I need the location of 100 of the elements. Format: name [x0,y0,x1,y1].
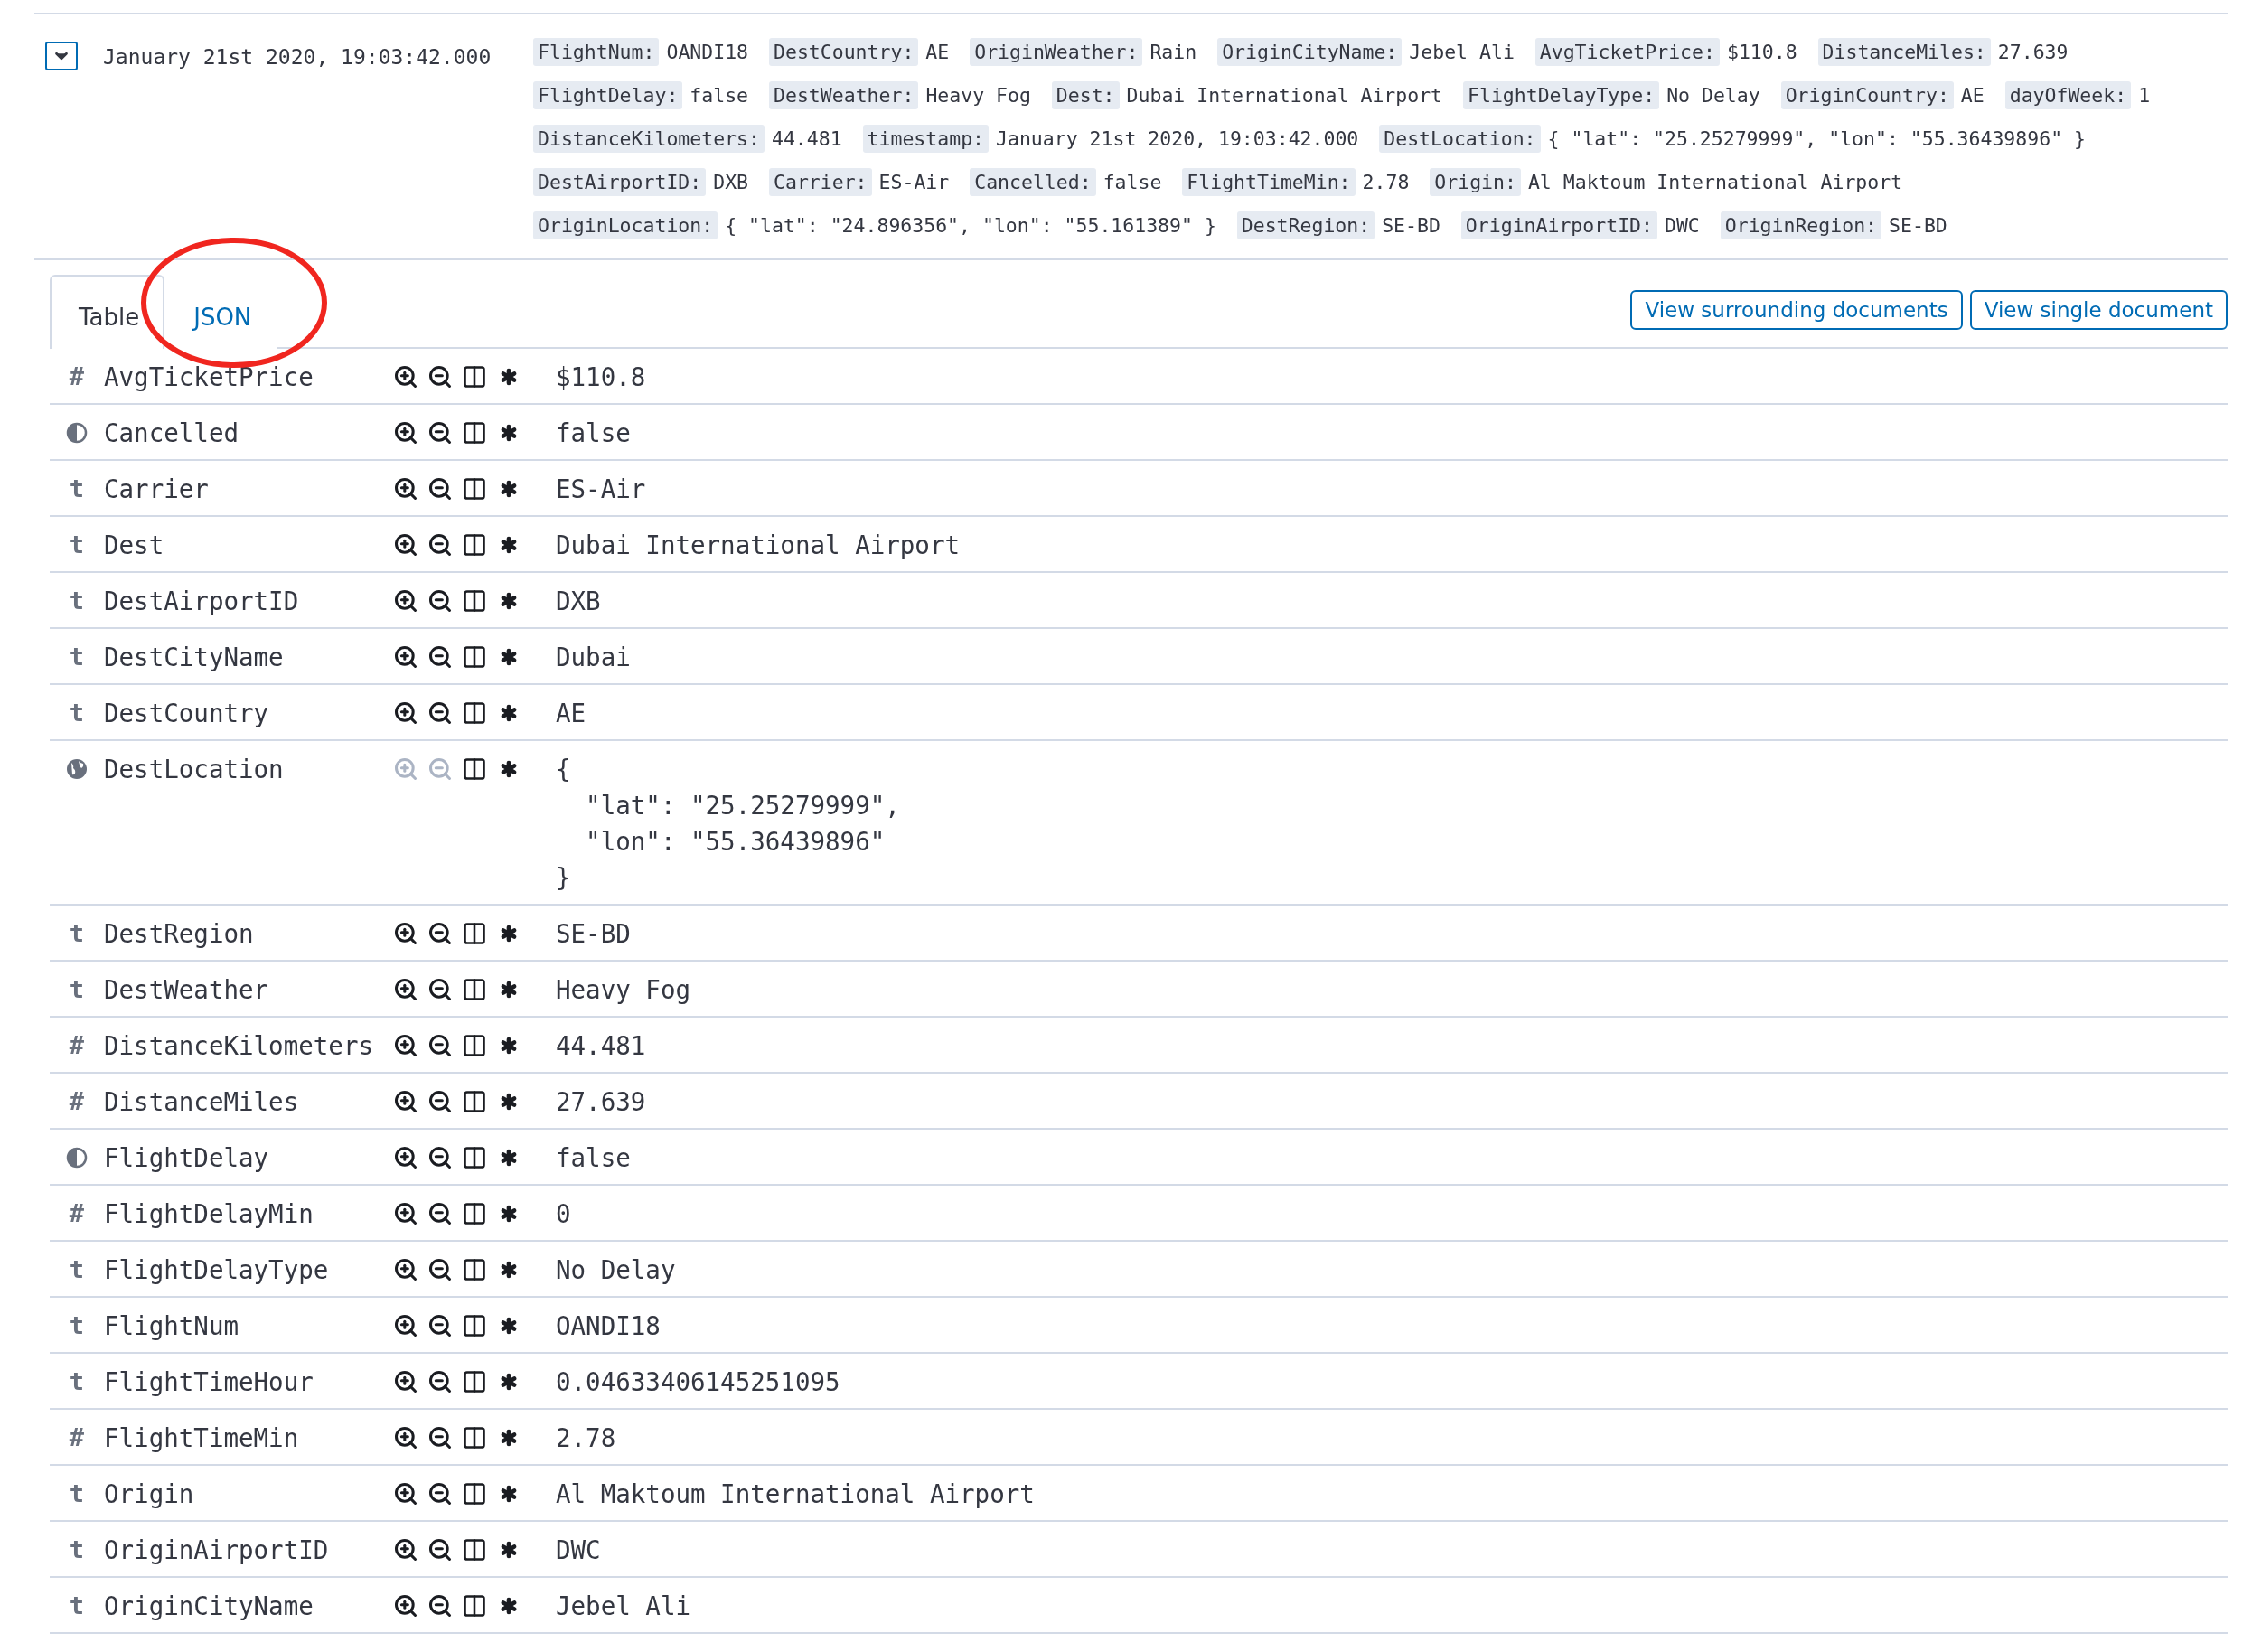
zoom-out-icon[interactable] [427,1033,453,1058]
zoom-out-icon[interactable] [427,1257,453,1282]
field-value: Al Maktoum International Airport [1527,171,1903,193]
field-name: AvgTicketPrice [104,361,314,393]
columns-icon[interactable] [462,644,487,670]
columns-icon[interactable] [462,476,487,502]
field-name: DestCityName [104,642,285,673]
zoom-in-icon[interactable] [393,921,418,946]
columns-icon[interactable] [462,700,487,726]
zoom-out-icon[interactable] [427,1201,453,1226]
zoom-out-icon[interactable] [427,420,453,446]
field-value: ES-Air [878,171,950,193]
field-type-icon: # [69,1028,85,1064]
columns-icon[interactable] [462,756,487,782]
field-value: false [556,1142,632,1174]
field-name: Dest [104,530,165,561]
columns-icon[interactable] [462,532,487,558]
zoom-out-icon[interactable] [427,364,453,390]
field-type-icon: # [69,359,85,395]
columns-icon[interactable] [462,921,487,946]
field-value: Heavy Fog [925,84,1031,107]
zoom-in-icon[interactable] [393,588,418,614]
columns-icon[interactable] [462,1257,487,1282]
columns-icon[interactable] [462,1481,487,1507]
zoom-in-icon[interactable] [393,1089,418,1114]
zoom-in-icon[interactable] [393,1201,418,1226]
zoom-in-icon[interactable] [393,700,418,726]
zoom-in-icon[interactable] [393,644,418,670]
field-label: AvgTicketPrice: [1534,38,1720,66]
zoom-in-icon[interactable] [393,476,418,502]
zoom-in-icon[interactable] [393,1257,418,1282]
field-type-icon: t [69,971,85,1008]
field-name: FlightDelayType [104,1254,330,1286]
view-documents-button[interactable]: View single document [1969,290,2228,330]
expand-toggle[interactable] [45,42,78,70]
field-label: DestRegion: [1236,211,1375,239]
zoom-in-icon[interactable] [393,1481,418,1507]
field-type-icon: t [69,527,85,563]
zoom-out-icon[interactable] [427,588,453,614]
field-label: OriginCountry: [1780,81,1954,109]
zoom-out-icon[interactable] [427,1481,453,1507]
columns-icon[interactable] [462,1313,487,1338]
columns-icon[interactable] [462,1593,487,1619]
columns-icon[interactable] [462,1425,487,1450]
zoom-out-icon[interactable] [427,1313,453,1338]
columns-icon[interactable] [462,1033,487,1058]
columns-icon[interactable] [462,1089,487,1114]
field-name: FlightDelayMin [104,1198,314,1230]
columns-icon[interactable] [462,1537,487,1563]
field-value: Heavy Fog [556,974,691,1006]
field-name: Cancelled [104,418,239,449]
zoom-in-icon[interactable] [393,1313,418,1338]
view-documents-button[interactable]: View surrounding documents [1630,290,1963,330]
field-type-icon: t [69,1252,85,1288]
zoom-in-icon[interactable] [393,1033,418,1058]
zoom-in-icon[interactable] [393,1369,418,1394]
zoom-out-icon[interactable] [427,1537,453,1563]
field-label: Cancelled: [970,168,1096,196]
columns-icon[interactable] [462,1369,487,1394]
zoom-out-icon[interactable] [427,476,453,502]
zoom-out-icon[interactable] [427,1369,453,1394]
zoom-in-icon[interactable] [393,1425,418,1450]
zoom-in-icon[interactable] [393,364,418,390]
zoom-out-icon[interactable] [427,1089,453,1114]
columns-icon[interactable] [462,977,487,1002]
field-label: DestWeather: [769,81,919,109]
field-value: OANDI18 [666,41,749,63]
zoom-in-icon[interactable] [393,420,418,446]
columns-icon[interactable] [462,420,487,446]
zoom-out-icon[interactable] [427,1425,453,1450]
field-value: AE [925,41,950,63]
zoom-out-icon[interactable] [427,977,453,1002]
zoom-in-icon[interactable] [393,1537,418,1563]
field-value: ES-Air [556,474,647,505]
zoom-out-icon[interactable] [427,1145,453,1170]
field-value: { "lat": "24.896356", "lon": "55.161389" } [725,214,1216,237]
columns-icon[interactable] [462,1201,487,1226]
zoom-in-icon[interactable] [393,977,418,1002]
zoom-out-icon[interactable] [427,644,453,670]
field-name: Origin [104,1478,195,1510]
zoom-out-icon[interactable] [427,1593,453,1619]
zoom-out-icon[interactable] [427,921,453,946]
zoom-in-icon[interactable] [393,532,418,558]
tab[interactable]: Table [50,275,165,349]
field-name: FlightTimeHour [104,1366,314,1398]
field-type-icon: t [69,639,85,675]
field-label: Origin: [1430,168,1521,196]
zoom-out-icon[interactable] [427,700,453,726]
columns-icon[interactable] [462,1145,487,1170]
zoom-in-icon[interactable] [393,1593,418,1619]
field-value: January 21st 2020, 19:03:42.000 [996,127,1359,150]
columns-icon[interactable] [462,588,487,614]
zoom-out-icon[interactable] [427,532,453,558]
field-value: Dubai [556,642,632,673]
field-value: SE-BD [556,918,632,950]
globe-icon [66,758,88,780]
field-value: No Delay [556,1254,677,1286]
field-value: 2.78 [556,1422,617,1454]
zoom-in-icon[interactable] [393,1145,418,1170]
columns-icon[interactable] [462,364,487,390]
